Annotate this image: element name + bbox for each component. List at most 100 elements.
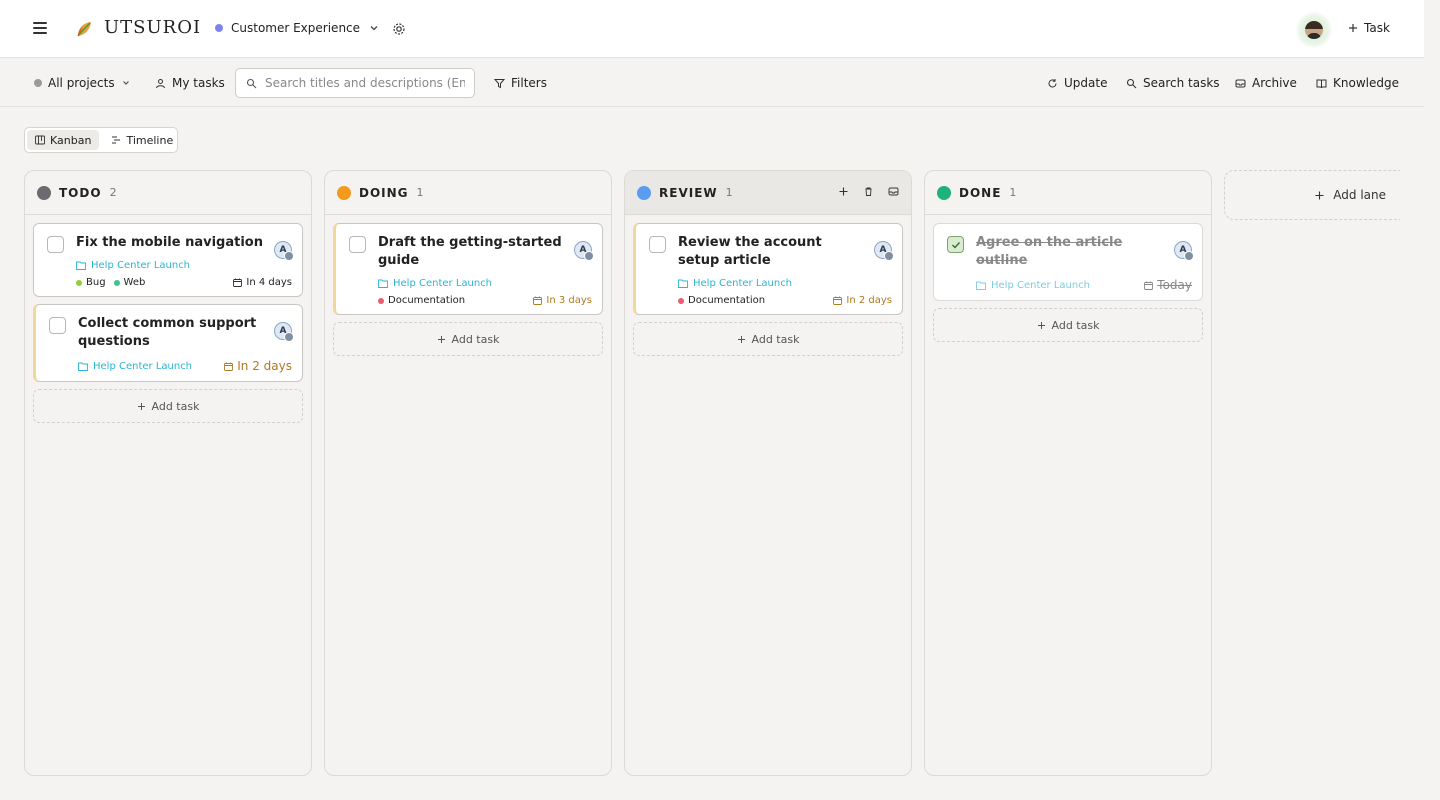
workspace-name: Customer Experience [231, 21, 361, 35]
folder-icon [76, 261, 86, 270]
update-label: Update [1064, 76, 1108, 90]
lane-header: TODO 2 [25, 171, 311, 215]
task-project-name: Help Center Launch [991, 279, 1091, 291]
lane-count: 1 [416, 186, 424, 199]
timeline-icon [112, 136, 121, 144]
filters-button[interactable]: Filters [494, 76, 547, 90]
lane-cards: Fix the mobile navigation A Help Center … [33, 223, 303, 423]
add-task-button[interactable]: Add task [933, 308, 1203, 342]
filter-icon [494, 78, 505, 88]
workspace-switcher[interactable]: Customer Experience [215, 21, 380, 35]
lane-count: 1 [1009, 186, 1017, 199]
task-checkbox[interactable] [349, 236, 366, 253]
refresh-icon [1048, 78, 1057, 87]
knowledge-button[interactable]: Knowledge [1316, 76, 1399, 90]
my-tasks-button[interactable]: My tasks [155, 76, 225, 90]
task-title: Agree on the article outline [976, 235, 1123, 268]
all-projects-dropdown[interactable]: All projects [34, 76, 131, 90]
lane-todo: TODO 2 Fix the mobile navigation A Help … [24, 170, 312, 776]
plus-icon [737, 335, 745, 343]
task-tags: Documentation [678, 295, 765, 306]
task-project[interactable]: Help Center Launch [378, 278, 592, 289]
task-meta: Help Center Launch Today [976, 278, 1192, 292]
task-title: Draft the getting-started guide [378, 235, 562, 268]
update-button[interactable]: Update [1047, 76, 1107, 90]
book-icon [1316, 79, 1327, 88]
tag-web[interactable]: Web [113, 277, 145, 288]
task-card[interactable]: Collect common support questions A Help … [33, 304, 303, 382]
task-card[interactable]: Review the account setup article A Help … [633, 223, 903, 315]
lane-count: 1 [725, 186, 733, 199]
task-due-date[interactable]: In 4 days [233, 277, 292, 288]
tag-bug[interactable]: Bug [76, 277, 106, 288]
task-card[interactable]: Draft the getting-started guide A Help C… [333, 223, 603, 315]
due-label: Today [1157, 278, 1192, 292]
task-checkbox[interactable] [649, 236, 666, 253]
kanban-label: Kanban [50, 133, 92, 147]
task-checkbox[interactable] [947, 236, 964, 253]
user-avatar[interactable] [1296, 12, 1332, 48]
plus-icon [1037, 321, 1045, 329]
task-due-date[interactable]: In 2 days [833, 295, 892, 306]
trash-icon[interactable] [863, 186, 874, 197]
kanban-view-button[interactable]: Kanban [27, 130, 100, 150]
folder-icon [678, 279, 688, 288]
due-label: In 2 days [846, 295, 892, 306]
task-due-date[interactable]: In 3 days [533, 295, 592, 306]
assignee-avatar[interactable]: A [274, 241, 294, 261]
task-project[interactable]: Help Center Launch [678, 278, 892, 289]
user-icon [156, 78, 165, 88]
lane-header: DOING 1 [325, 171, 611, 215]
lane-title: TODO [59, 185, 102, 200]
assignee-avatar[interactable]: A [274, 322, 294, 342]
lane-cards: Agree on the article outline A Help Cent… [933, 223, 1203, 342]
plus-icon [137, 402, 145, 410]
timeline-view-button[interactable]: Timeline [103, 130, 181, 150]
assignee-avatar[interactable]: A [874, 241, 894, 261]
task-project-name: Help Center Launch [693, 278, 793, 289]
task-title: Collect common support questions [78, 316, 257, 349]
task-meta: Documentation In 2 days [678, 295, 892, 306]
due-label: In 2 days [237, 359, 292, 373]
task-project[interactable]: Help Center Launch [976, 280, 1090, 291]
all-projects-label: All projects [48, 76, 115, 90]
add-lane-button[interactable]: Add lane [1224, 170, 1400, 220]
task-checkbox[interactable] [47, 236, 64, 253]
lane-actions [838, 186, 899, 197]
task-checkbox[interactable] [49, 317, 66, 334]
lane-count: 2 [109, 186, 117, 199]
add-task-button[interactable]: Add task [333, 322, 603, 356]
task-due-date[interactable]: In 2 days [224, 359, 292, 373]
search-tasks-button[interactable]: Search tasks [1126, 76, 1220, 90]
task-project[interactable]: Help Center Launch [78, 361, 192, 372]
task-due-date[interactable]: Today [1144, 278, 1192, 292]
search-input[interactable] [265, 76, 465, 90]
folder-icon [378, 279, 388, 288]
search-icon [246, 78, 257, 88]
task-project[interactable]: Help Center Launch [76, 260, 292, 271]
view-toggle: Kanban Timeline [24, 127, 178, 153]
gear-icon[interactable] [392, 22, 406, 36]
add-lane-label: Add lane [1333, 188, 1386, 202]
assignee-avatar[interactable]: A [1174, 241, 1194, 261]
chevron-down-icon [370, 26, 378, 31]
new-task-label: Task [1364, 21, 1390, 35]
task-card[interactable]: Fix the mobile navigation A Help Center … [33, 223, 303, 297]
tag-documentation[interactable]: Documentation [378, 295, 465, 306]
add-task-button[interactable]: Add task [33, 389, 303, 423]
plus-icon[interactable] [838, 186, 849, 197]
task-meta: Documentation In 3 days [378, 295, 592, 306]
tag-documentation[interactable]: Documentation [678, 295, 765, 306]
task-card[interactable]: Agree on the article outline A Help Cent… [933, 223, 1203, 301]
timeline-label: Timeline [126, 133, 174, 147]
new-task-button[interactable]: Task [1348, 21, 1390, 35]
menu-icon[interactable] [33, 22, 47, 34]
lane-cards: Draft the getting-started guide A Help C… [333, 223, 603, 356]
archive-button[interactable]: Archive [1235, 76, 1297, 90]
search-field[interactable] [235, 68, 475, 98]
archive-icon[interactable] [888, 186, 899, 197]
add-task-button[interactable]: Add task [633, 322, 903, 356]
filters-label: Filters [511, 76, 547, 90]
toolbar: All projects My tasks Filters Update Sea… [0, 59, 1424, 107]
assignee-avatar[interactable]: A [574, 241, 594, 261]
